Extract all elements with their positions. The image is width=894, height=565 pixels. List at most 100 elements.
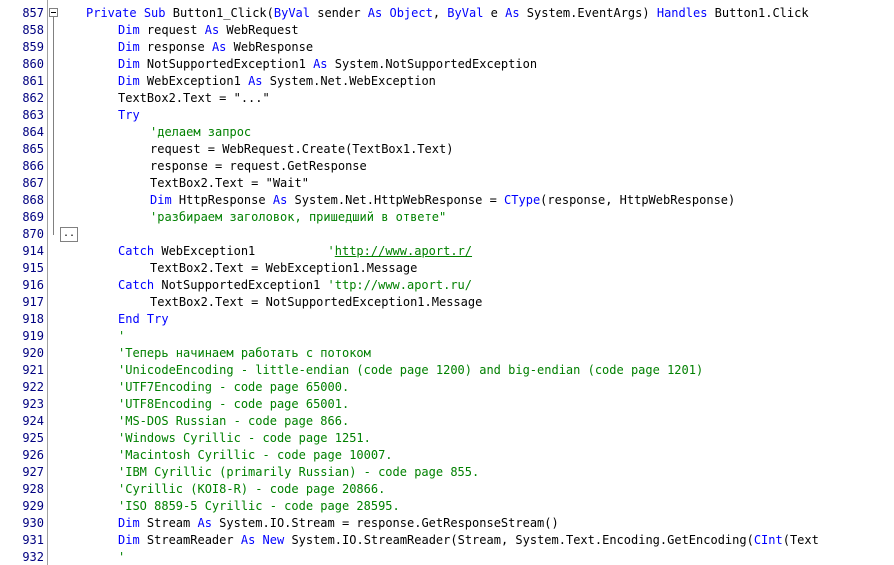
line-number: 867: [22, 176, 44, 190]
code-text[interactable]: TextBox2.Text = "Wait": [150, 175, 309, 192]
code-text[interactable]: 'Cyrillic (KOI8-R) - code page 20866.: [118, 481, 385, 498]
comment-token: 'Macintosh Cyrillic - code page 10007.: [118, 448, 393, 462]
line-number: 920: [22, 346, 44, 360]
code-text[interactable]: 'Теперь начинаем работать с потоком: [118, 345, 371, 362]
collapsed-region-marker[interactable]: ..: [60, 227, 79, 242]
code-text[interactable]: 'делаем запрос: [150, 124, 251, 141]
code-text[interactable]: Dim StreamReader As New System.IO.Stream…: [118, 532, 819, 549]
code-line[interactable]: 862 TextBox2.Text = "...": [0, 90, 894, 107]
code-line[interactable]: 923 'UTF8Encoding - code page 65001.: [0, 396, 894, 413]
comment-token: 'делаем запрос: [150, 125, 252, 139]
code-text[interactable]: TextBox2.Text = "...": [118, 90, 270, 107]
code-line[interactable]: 858 Dim request As WebRequest: [0, 22, 894, 39]
code-line[interactable]: 867 TextBox2.Text = "Wait": [0, 175, 894, 192]
code-line[interactable]: 861 Dim WebException1 As System.Net.WebEx…: [0, 73, 894, 90]
keyword-token: End: [118, 312, 140, 326]
code-text[interactable]: Catch NotSupportedException1 'ttp://www.…: [118, 277, 472, 294]
code-line[interactable]: 925 'Windows Cyrillic - code page 1251.: [0, 430, 894, 447]
code-line[interactable]: 928 'Cyrillic (KOI8-R) - code page 20866.: [0, 481, 894, 498]
code-text[interactable]: 'разбираем заголовок, пришедший в ответе…: [150, 209, 446, 226]
line-number: 927: [22, 465, 44, 479]
code-line[interactable]: 864 'делаем запрос: [0, 124, 894, 141]
code-line[interactable]: 918 End Try: [0, 311, 894, 328]
outline-tick: [53, 47, 58, 48]
code-token: response: [139, 40, 212, 54]
code-token: response = request.GetResponse: [150, 159, 367, 173]
code-text[interactable]: Dim response As WebResponse: [118, 39, 313, 56]
code-line[interactable]: 921 'UnicodeEncoding - little-endian (cod…: [0, 362, 894, 379]
outline-tick: [53, 115, 58, 116]
keyword-token: As: [313, 57, 328, 71]
code-text[interactable]: 'ISO 8859-5 Cyrillic - code page 28595.: [118, 498, 400, 515]
line-number: 862: [22, 91, 44, 105]
keyword-token: CInt: [753, 533, 783, 547]
code-text[interactable]: 'UTF7Encoding - code page 65000.: [118, 379, 349, 396]
code-text[interactable]: 'MS-DOS Russian - code page 866.: [118, 413, 349, 430]
code-text[interactable]: Dim WebException1 As System.Net.WebExcep…: [118, 73, 436, 90]
code-token: request: [139, 23, 205, 37]
code-line[interactable]: 866 response = request.GetResponse: [0, 158, 894, 175]
outline-tick: [53, 251, 58, 252]
code-text[interactable]: Dim HttpResponse As System.Net.HttpWebRe…: [150, 192, 735, 209]
code-text[interactable]: 'IBM Cyrillic (primarily Russian) - code…: [118, 464, 479, 481]
code-line[interactable]: 868 Dim HttpResponse As System.Net.HttpWe…: [0, 192, 894, 209]
code-editor[interactable]: 857 Private Sub Button1_Click(ByVal sende…: [0, 0, 894, 565]
keyword-token: Object: [389, 6, 433, 20]
code-text[interactable]: End Try: [118, 311, 169, 328]
code-text[interactable]: Dim request As WebRequest: [118, 22, 299, 39]
line-number: 925: [22, 431, 44, 445]
code-line[interactable]: 915 TextBox2.Text = WebException1.Message: [0, 260, 894, 277]
code-token: System.EventArgs): [519, 6, 657, 20]
comment-token: 'ttp://www.aport.ru/: [327, 278, 473, 292]
line-number: 870: [22, 227, 44, 241]
collapse-region-icon[interactable]: [49, 8, 58, 17]
code-line[interactable]: 870..: [0, 226, 894, 243]
line-number: 921: [22, 363, 44, 377]
code-text[interactable]: 'Macintosh Cyrillic - code page 10007.: [118, 447, 393, 464]
code-line[interactable]: 863 Try: [0, 107, 894, 124]
code-line[interactable]: 922 'UTF7Encoding - code page 65000.: [0, 379, 894, 396]
keyword-token: As: [248, 74, 263, 88]
code-line[interactable]: 917 TextBox2.Text = NotSupportedException…: [0, 294, 894, 311]
code-line[interactable]: 931 Dim StreamReader As New System.IO.Str…: [0, 532, 894, 549]
line-number: 857: [22, 6, 44, 20]
code-line[interactable]: 919 ': [0, 328, 894, 345]
code-text[interactable]: Catch WebException1 'http://www.aport.r/: [118, 243, 472, 260]
code-line[interactable]: 926 'Macintosh Cyrillic - code page 10007…: [0, 447, 894, 464]
code-text[interactable]: Try: [118, 107, 140, 124]
code-text[interactable]: 'UnicodeEncoding - little-endian (code p…: [118, 362, 703, 379]
code-line[interactable]: 859 Dim response As WebResponse: [0, 39, 894, 56]
code-line[interactable]: 916 Catch NotSupportedException1 'ttp://w…: [0, 277, 894, 294]
code-line[interactable]: 929 'ISO 8859-5 Cyrillic - code page 2859…: [0, 498, 894, 515]
outline-tick: [53, 319, 58, 320]
code-line[interactable]: 865 request = WebRequest.Create(TextBox1.…: [0, 141, 894, 158]
code-line[interactable]: 860 Dim NotSupportedException1 As System.…: [0, 56, 894, 73]
keyword-token: As: [204, 23, 220, 37]
code-text[interactable]: TextBox2.Text = WebException1.Message: [150, 260, 417, 277]
code-line[interactable]: 924 'MS-DOS Russian - code page 866.: [0, 413, 894, 430]
code-text[interactable]: Dim NotSupportedException1 As System.Not…: [118, 56, 537, 73]
code-text[interactable]: 'Windows Cyrillic - code page 1251.: [118, 430, 371, 447]
code-token: System.NotSupportedException: [327, 57, 538, 71]
code-text[interactable]: ': [118, 328, 125, 345]
keyword-token: Dim: [150, 193, 172, 207]
code-line[interactable]: 920 'Теперь начинаем работать с потоком: [0, 345, 894, 362]
code-line[interactable]: 857 Private Sub Button1_Click(ByVal sende…: [0, 5, 894, 22]
keyword-token: As: [367, 6, 383, 20]
code-line[interactable]: 930 Dim Stream As System.IO.Stream = resp…: [0, 515, 894, 532]
code-text[interactable]: response = request.GetResponse: [150, 158, 367, 175]
code-text[interactable]: ': [118, 549, 125, 565]
code-text[interactable]: 'UTF8Encoding - code page 65001.: [118, 396, 349, 413]
code-line[interactable]: 869 'разбираем заголовок, пришедший в отв…: [0, 209, 894, 226]
code-line[interactable]: 927 'IBM Cyrillic (primarily Russian) - c…: [0, 464, 894, 481]
code-text[interactable]: Private Sub Button1_Click(ByVal sender A…: [86, 5, 809, 22]
code-line[interactable]: 914 Catch WebException1 'http://www.aport…: [0, 243, 894, 260]
code-line[interactable]: 932 ': [0, 549, 894, 565]
code-text[interactable]: Dim Stream As System.IO.Stream = respons…: [118, 515, 559, 532]
keyword-token: Catch: [118, 244, 155, 258]
code-text[interactable]: TextBox2.Text = NotSupportedException1.M…: [150, 294, 482, 311]
outline-tick: [53, 64, 58, 65]
code-text[interactable]: request = WebRequest.Create(TextBox1.Tex…: [150, 141, 453, 158]
code-token: System.IO.StreamReader(Stream, System.Te…: [284, 533, 754, 547]
line-number: 869: [22, 210, 44, 224]
